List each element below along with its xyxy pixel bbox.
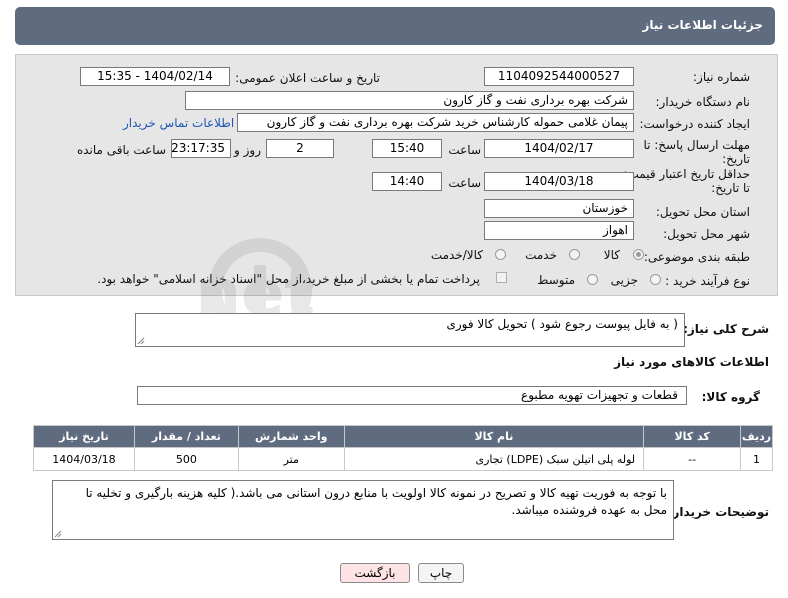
treasury-payment-checkbox[interactable] (496, 272, 507, 283)
col-goods-code: کد کالا (643, 425, 742, 448)
province-label: استان محل تحویل: (655, 205, 750, 219)
col-need-date: تاریخ نیاز (33, 425, 135, 448)
buyer-notes-text: با توجه به فوریت تهیه کالا و تصریح در نم… (85, 486, 667, 517)
cell-unit: متر (237, 447, 345, 471)
category-label: طبقه بندی موضوعی: (643, 250, 750, 264)
goods-group-value: قطعات و تجهیزات تهویه مطبوع (521, 388, 678, 402)
back-button[interactable]: بازگشت (340, 563, 410, 583)
description-label: شرح کلی نیاز: (683, 322, 769, 336)
category-radio-goods[interactable] (633, 249, 644, 260)
days-remaining-field: 2 (266, 139, 334, 158)
min-validity-label-date: تا تاریخ: (711, 181, 750, 195)
need-number-label: شماره نیاز: (693, 70, 750, 84)
deadline-time-field: 15:40 (372, 139, 442, 158)
buyer-notes-label: توضیحات خریدار: (667, 505, 769, 519)
category-radio-both[interactable] (495, 249, 506, 260)
buyer-contact-link[interactable]: اطلاعات تماس خریدار (123, 116, 234, 130)
deadline-time-label: ساعت (448, 143, 481, 157)
province-field: خوزستان (484, 199, 634, 218)
cell-row-number: 1 (740, 447, 773, 471)
announce-label: تاریخ و ساعت اعلان عمومی: (235, 71, 380, 85)
buyer-org-field: شرکت بهره برداری نفت و گاز کارون (185, 91, 634, 110)
category-radio-service[interactable] (569, 249, 580, 260)
announce-datetime-field: 1404/02/14 - 15:35 (80, 67, 230, 86)
process-option-medium: متوسط (537, 273, 575, 287)
process-radio-medium[interactable] (587, 274, 598, 285)
col-row-number: ردیف (740, 425, 773, 448)
goods-group-label: گروه کالا: (701, 390, 760, 404)
deadline-date-field: 1404/02/17 (484, 139, 634, 158)
col-goods-name: نام کالا (343, 425, 645, 448)
category-option-both: کالا/خدمت (430, 248, 483, 262)
creator-field: پیمان غلامی حموله کارشناس خرید شرکت بهره… (237, 113, 634, 132)
remaining-time-label: ساعت باقی مانده (76, 143, 166, 157)
goods-group-field: قطعات و تجهیزات تهویه مطبوع (137, 386, 687, 405)
min-validity-label: حداقل تاریخ اعتبار قیمت: (623, 167, 750, 181)
cell-goods-code: -- (643, 447, 742, 471)
process-radio-minor[interactable] (650, 274, 661, 285)
validity-time-field: 14:40 (372, 172, 442, 191)
validity-time-label: ساعت (448, 176, 481, 190)
need-number-field: 1104092544000527 (484, 67, 634, 86)
description-field: ( به فایل پیوست رجوع شود ) تحویل کالا فو… (135, 313, 685, 347)
resize-handle-icon[interactable] (137, 337, 145, 345)
category-option-goods: کالا (603, 248, 620, 262)
goods-section-title: اطلاعات کالاهای مورد نیاز (614, 355, 769, 369)
remaining-time-field: 23:17:35 (171, 139, 231, 158)
process-option-minor: جزیی (610, 273, 638, 287)
process-label: نوع فرآیند خرید : (665, 274, 750, 288)
cell-need-date: 1404/03/18 (33, 447, 135, 471)
print-button[interactable]: چاپ (418, 563, 464, 583)
creator-label: ایجاد کننده درخواست: (639, 117, 750, 131)
buyer-org-label: نام دستگاه خریدار: (655, 95, 751, 109)
days-label: روز و (234, 143, 261, 157)
city-field: اهواز (484, 221, 634, 240)
deadline-label-date: تاریخ: (722, 152, 750, 166)
table-header-row: ردیف کد کالا نام کالا واحد شمارش تعداد /… (33, 425, 773, 448)
cell-quantity: 500 (133, 447, 239, 471)
buyer-notes-field: با توجه به فوریت تهیه کالا و تصریح در نم… (52, 480, 674, 540)
treasury-payment-note: پرداخت تمام یا بخشی از مبلغ خرید،از محل … (97, 272, 480, 286)
cell-goods-name: لوله پلی اتیلن سبک (LDPE) تجاری (343, 447, 645, 471)
page-title: جزئیات اطلاعات نیاز (642, 18, 763, 32)
col-quantity: تعداد / مقدار (133, 425, 239, 448)
city-label: شهر محل تحویل: (663, 227, 750, 241)
category-option-service: خدمت (525, 248, 557, 262)
page-header: جزئیات اطلاعات نیاز (15, 7, 775, 45)
col-unit: واحد شمارش (237, 425, 345, 448)
description-text: ( به فایل پیوست رجوع شود ) تحویل کالا فو… (446, 317, 678, 331)
goods-table: ردیف کد کالا نام کالا واحد شمارش تعداد /… (33, 425, 773, 471)
validity-date-field: 1404/03/18 (484, 172, 634, 191)
table-row: 1 -- لوله پلی اتیلن سبک (LDPE) تجاری متر… (33, 447, 773, 471)
deadline-label: مهلت ارسال پاسخ: تا (643, 138, 750, 152)
notes-resize-handle-icon[interactable] (54, 530, 62, 538)
